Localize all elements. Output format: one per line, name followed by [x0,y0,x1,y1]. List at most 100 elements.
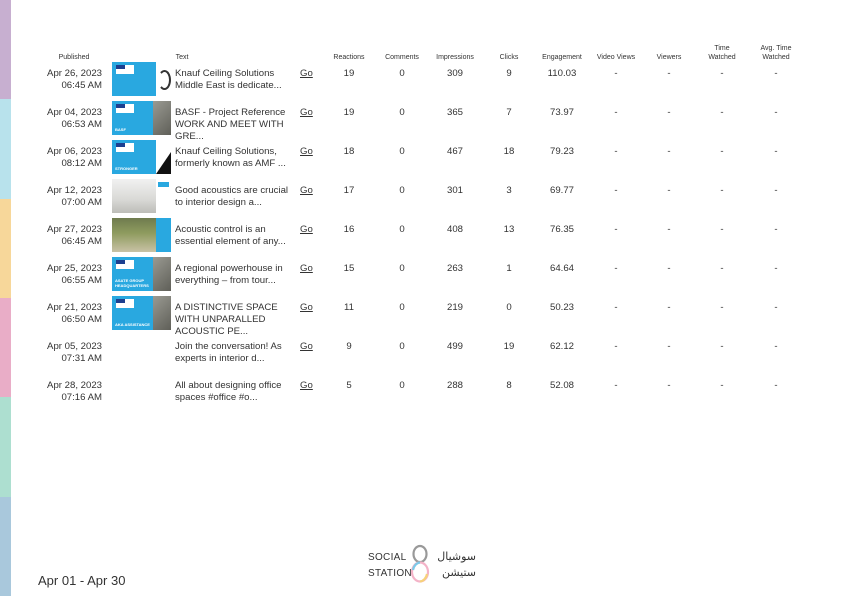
comments-cell: 0 [399,185,405,196]
avg-time-watched-cell: - [774,302,778,313]
go-link[interactable]: Go [300,68,313,79]
date-range: Apr 01 - Apr 30 [38,573,126,588]
clicks-cell: 9 [506,68,512,79]
social-station-logo: SOCIAL STATION سوشيال ستيشن [366,543,478,585]
col-reactions: Reactions [333,54,365,61]
post-thumbnail: BASF [112,101,171,135]
go-link[interactable]: Go [300,380,313,391]
published-date: Apr 27, 2023 [47,224,102,235]
avg-time-watched-cell: - [774,380,778,391]
post-text: Knauf Ceiling Solutions, formerly known … [175,146,286,169]
col-time-watched-line2: Watched [708,54,736,61]
video-views-cell: - [614,263,618,274]
published-time: 07:31 AM [61,353,102,364]
clicks-cell: 19 [503,341,515,352]
col-time-watched-line1: Time [714,45,730,52]
published-time: 06:53 AM [61,119,102,130]
go-link[interactable]: Go [300,263,313,274]
published-time: 07:16 AM [61,392,102,403]
avg-time-watched-cell: - [774,224,778,235]
impressions-cell: 408 [446,224,464,235]
impressions-cell: 263 [446,263,464,274]
post-text: A DISTINCTIVE SPACE WITH UNPARALLED ACOU… [175,302,278,337]
impressions-cell: 467 [446,146,464,157]
go-link[interactable]: Go [300,302,313,313]
impressions-cell: 365 [446,107,464,118]
reactions-cell: 19 [343,107,355,118]
viewers-cell: - [667,341,671,352]
time-watched-cell: - [720,185,724,196]
viewers-cell: - [667,68,671,79]
col-text: Text [175,54,189,61]
published-date: Apr 12, 2023 [47,185,102,196]
time-watched-cell: - [720,107,724,118]
col-avg-time-watched-line1: Avg. Time [760,45,792,52]
video-views-cell: - [614,224,618,235]
engagement-cell: 79.23 [549,146,575,157]
engagement-cell: 110.03 [547,68,577,79]
thumbnail-caption: AKA ASSISTANCE [115,322,150,327]
video-views-cell: - [614,380,618,391]
clicks-cell: 0 [506,302,512,313]
time-watched-cell: - [720,263,724,274]
post-thumbnail [112,179,171,213]
viewers-cell: - [667,263,671,274]
reactions-cell: 9 [346,341,352,352]
post-thumbnail [112,374,171,408]
engagement-cell: 73.97 [549,107,575,118]
clicks-cell: 1 [506,263,512,274]
published-time: 06:45 AM [61,236,102,247]
post-text: All about designing office spaces #offic… [175,380,282,403]
published-date: Apr 25, 2023 [47,263,102,274]
published-cell: Apr 25, 2023 06:55 AM [40,263,102,287]
avg-time-watched-cell: - [774,68,778,79]
engagement-cell: 64.64 [549,263,575,274]
published-time: 08:12 AM [61,158,102,169]
table-row: Apr 28, 2023 07:16 AM All about designing … [0,380,842,419]
go-link[interactable]: Go [300,341,313,352]
published-cell: Apr 05, 2023 07:31 AM [40,341,102,365]
go-link[interactable]: Go [300,224,313,235]
thumbnail-caption: ASATE GROUP HEADQUARTERS [115,278,149,288]
published-cell: Apr 21, 2023 06:50 AM [40,302,102,326]
video-views-cell: - [614,68,618,79]
impressions-cell: 301 [446,185,464,196]
time-watched-cell: - [720,224,724,235]
clicks-cell: 3 [506,185,512,196]
time-watched-cell: - [720,68,724,79]
time-watched-cell: - [720,341,724,352]
published-date: Apr 26, 2023 [47,68,102,79]
video-views-cell: - [614,302,618,313]
go-link[interactable]: Go [300,146,313,157]
published-cell: Apr 06, 2023 08:12 AM [40,146,102,170]
reactions-cell: 16 [343,224,355,235]
published-date: Apr 05, 2023 [47,341,102,352]
viewers-cell: - [667,185,671,196]
side-color-band [0,496,11,596]
avg-time-watched-cell: - [774,185,778,196]
reactions-cell: 19 [343,68,355,79]
published-cell: Apr 26, 2023 06:45 AM [40,68,102,92]
go-link[interactable]: Go [300,107,313,118]
comments-cell: 0 [399,263,405,274]
comments-cell: 0 [399,146,405,157]
engagement-cell: 76.35 [549,224,575,235]
published-time: 06:50 AM [61,314,102,325]
engagement-cell: 50.23 [549,302,575,313]
comments-cell: 0 [399,380,405,391]
published-time: 06:55 AM [61,275,102,286]
go-link[interactable]: Go [300,185,313,196]
table-header: Published Text Reactions Comments Impres… [0,0,842,62]
comments-cell: 0 [399,302,405,313]
reactions-cell: 17 [343,185,355,196]
post-text: Acoustic control is an essential element… [175,224,286,247]
reactions-cell: 15 [343,263,355,274]
published-time: 06:45 AM [61,80,102,91]
time-watched-cell: - [720,146,724,157]
engagement-cell: 69.77 [549,185,575,196]
post-thumbnail: AKA ASSISTANCE [112,296,171,330]
comments-cell: 0 [399,107,405,118]
col-engagement: Engagement [542,54,582,61]
post-thumbnail: STRONGER [112,140,171,174]
avg-time-watched-cell: - [774,341,778,352]
